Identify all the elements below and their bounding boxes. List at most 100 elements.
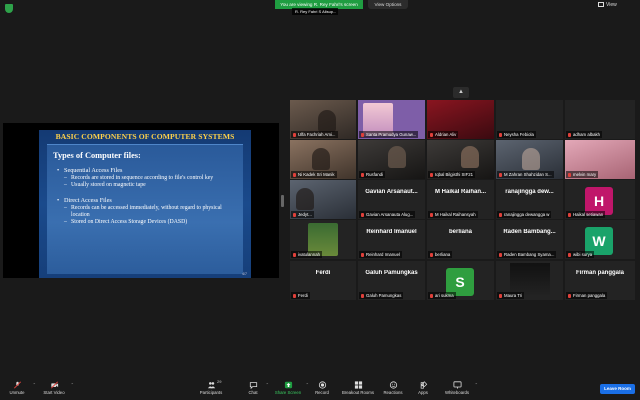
- participant-tile[interactable]: Ni Kadek Sri Manik: [290, 140, 356, 179]
- participant-name: M Zahran Shahzidan S...: [497, 171, 554, 178]
- participant-tile[interactable]: M Zahran Shahzidan S...: [496, 140, 563, 179]
- participant-tile[interactable]: Rusfandi: [358, 140, 425, 179]
- participant-name: berliana: [428, 251, 453, 258]
- view-button[interactable]: View: [598, 2, 617, 8]
- chevron-up-icon[interactable]: ⌃: [266, 382, 269, 387]
- muted-mic-icon: [361, 172, 364, 177]
- muted-mic-icon: [499, 172, 502, 177]
- participant-name: ivatulannah: [291, 251, 322, 258]
- chat-button[interactable]: Chat ⌃: [243, 378, 269, 400]
- participant-name: Iqbal Bilgisthi SIF21: [428, 171, 475, 178]
- participant-tile[interactable]: M Haikal Raihan... M Haikal Raihansyah: [427, 180, 494, 219]
- chevron-up-icon[interactable]: ⌃: [475, 382, 478, 387]
- muted-mic-icon: [568, 293, 571, 298]
- muted-mic-icon: [499, 132, 502, 137]
- apps-button[interactable]: Apps: [414, 378, 432, 400]
- chevron-up-icon[interactable]: ⌃: [71, 382, 74, 387]
- muted-mic-icon: [430, 132, 433, 137]
- participant-tile[interactable]: Maura Tri: [496, 261, 563, 300]
- participant-display-name: Ferdi: [315, 270, 331, 276]
- participant-name: Santa Pramudya Gunaw...: [359, 131, 419, 138]
- participant-name: Haikal setiawan: [566, 211, 606, 218]
- panel-resize-handle[interactable]: [281, 195, 284, 207]
- share-screen-label: Share Screen: [274, 390, 302, 395]
- start-video-button[interactable]: Start Video ⌃: [40, 378, 74, 400]
- participant-name: Maura Tri: [497, 292, 525, 299]
- record-button[interactable]: Record: [312, 378, 332, 400]
- participant-tile[interactable]: Gavian Arsanaut... Gavian Arsanauta Alug…: [358, 180, 425, 219]
- breakout-rooms-label: Breakout Rooms: [341, 390, 374, 395]
- chat-icon: [249, 382, 257, 389]
- participant-tile[interactable]: Raden Bambang... Raden Bambang Syama...: [496, 220, 563, 259]
- whiteboards-button[interactable]: Whiteboards ⌃: [442, 378, 478, 400]
- participant-video: [318, 110, 336, 132]
- participant-tile[interactable]: adham albakh: [565, 100, 635, 139]
- muted-mic-icon: [430, 212, 433, 217]
- participant-tile[interactable]: Aldrian Aliv: [427, 100, 494, 139]
- slide-body: Sequential Access Files Records are stor…: [57, 167, 237, 226]
- slide-title: BASIC COMPONENTS OF COMPUTER SYSTEMS: [55, 132, 235, 141]
- start-video-label: Start Video: [43, 390, 65, 395]
- participant-video: [461, 146, 479, 168]
- shared-screen[interactable]: BASIC COMPONENTS OF COMPUTER SYSTEMS Typ…: [3, 123, 279, 278]
- participants-icon: [207, 382, 215, 389]
- leave-room-button[interactable]: Leave Room: [600, 384, 635, 394]
- reactions-button[interactable]: Reactions: [381, 378, 405, 400]
- record-label: Record: [315, 390, 329, 395]
- participant-tile[interactable]: Reinhard Imanuel Reinhard Imanuel: [358, 220, 425, 259]
- participant-tile[interactable]: Iqbal Bilgisthi SIF21: [427, 140, 494, 179]
- participant-video: [522, 148, 540, 170]
- participant-tile[interactable]: ranajingga dew... ranajingga dewangga w: [496, 180, 563, 219]
- collapse-gallery-chevron-up-icon[interactable]: ▲: [453, 87, 469, 98]
- participant-name: M Haikal Raihansyah: [428, 211, 478, 218]
- reactions-smiley-icon: [389, 381, 397, 389]
- unmute-label: Unmute: [9, 390, 25, 395]
- participant-tile[interactable]: Neysha Febiola: [496, 100, 563, 139]
- participant-display-name: berliana: [448, 229, 472, 235]
- apps-icon: [420, 381, 427, 389]
- muted-mic-icon: [361, 252, 364, 257]
- participant-tile[interactable]: S ari sukma: [427, 261, 494, 300]
- breakout-rooms-button[interactable]: Breakout Rooms: [340, 378, 376, 400]
- participant-name: Firman panggala: [566, 292, 608, 299]
- participant-tile[interactable]: W wibi surya: [565, 220, 635, 259]
- muted-mic-icon: [568, 212, 571, 217]
- participant-tile[interactable]: Ulfa Fachriah Ami...: [290, 100, 356, 139]
- chevron-up-icon[interactable]: ⌃: [33, 382, 36, 387]
- participant-tile[interactable]: Firman panggala Firman panggala: [565, 261, 635, 300]
- participant-tile[interactable]: Jedyt...: [290, 180, 356, 219]
- reactions-label: Reactions: [383, 390, 403, 395]
- muted-mic-icon: [568, 252, 571, 257]
- participant-name: Gavian Arsanauta Alug...: [359, 211, 416, 218]
- slide-sub-bullet: Stored on Direct Access Storage Devices …: [57, 219, 237, 226]
- chevron-up-icon[interactable]: ⌃: [306, 382, 309, 387]
- participant-name: Aldrian Aliv: [428, 131, 459, 138]
- whiteboards-label: Whiteboards: [444, 390, 470, 395]
- slide-sub-bullet: Records are stored in sequence according…: [57, 175, 237, 182]
- participant-name: Jedyt...: [291, 211, 314, 218]
- participant-tile[interactable]: Ferdi Ferdi: [290, 261, 356, 300]
- participant-name: wibi surya: [566, 251, 595, 258]
- participant-tile[interactable]: melvin mary: [565, 140, 635, 179]
- participant-name: Raden Bambang Syama...: [497, 251, 557, 258]
- view-options-button[interactable]: View Options: [368, 0, 408, 9]
- participant-tile[interactable]: H Haikal setiawan: [565, 180, 635, 219]
- muted-mic-icon: [293, 132, 296, 137]
- share-screen-button[interactable]: Share Screen ⌃: [273, 378, 309, 400]
- view-label: View: [606, 2, 617, 8]
- participant-tile[interactable]: Galuh Pamungkas Galuh Pamungkas: [358, 261, 425, 300]
- security-shield-icon[interactable]: [5, 4, 13, 13]
- slide-sub-bullet: Usually stored on magnetic tape: [57, 182, 237, 189]
- participant-display-name: ranajingga dew...: [505, 189, 554, 195]
- participant-tile[interactable]: ivatulannah: [290, 220, 356, 259]
- participant-name: Neysha Febiola: [497, 131, 536, 138]
- participant-video: [296, 188, 314, 210]
- unmute-button[interactable]: Unmute ⌃: [4, 378, 36, 400]
- participants-button[interactable]: Participants 29: [197, 378, 225, 400]
- participant-name: ranajingga dewangga w: [497, 211, 552, 218]
- participant-name: Ferdi: [291, 292, 310, 299]
- muted-mic-icon: [499, 212, 502, 217]
- participant-tile[interactable]: berliana berliana: [427, 220, 494, 259]
- muted-mic-icon: [430, 293, 433, 298]
- participant-tile[interactable]: Santa Pramudya Gunaw...: [358, 100, 425, 139]
